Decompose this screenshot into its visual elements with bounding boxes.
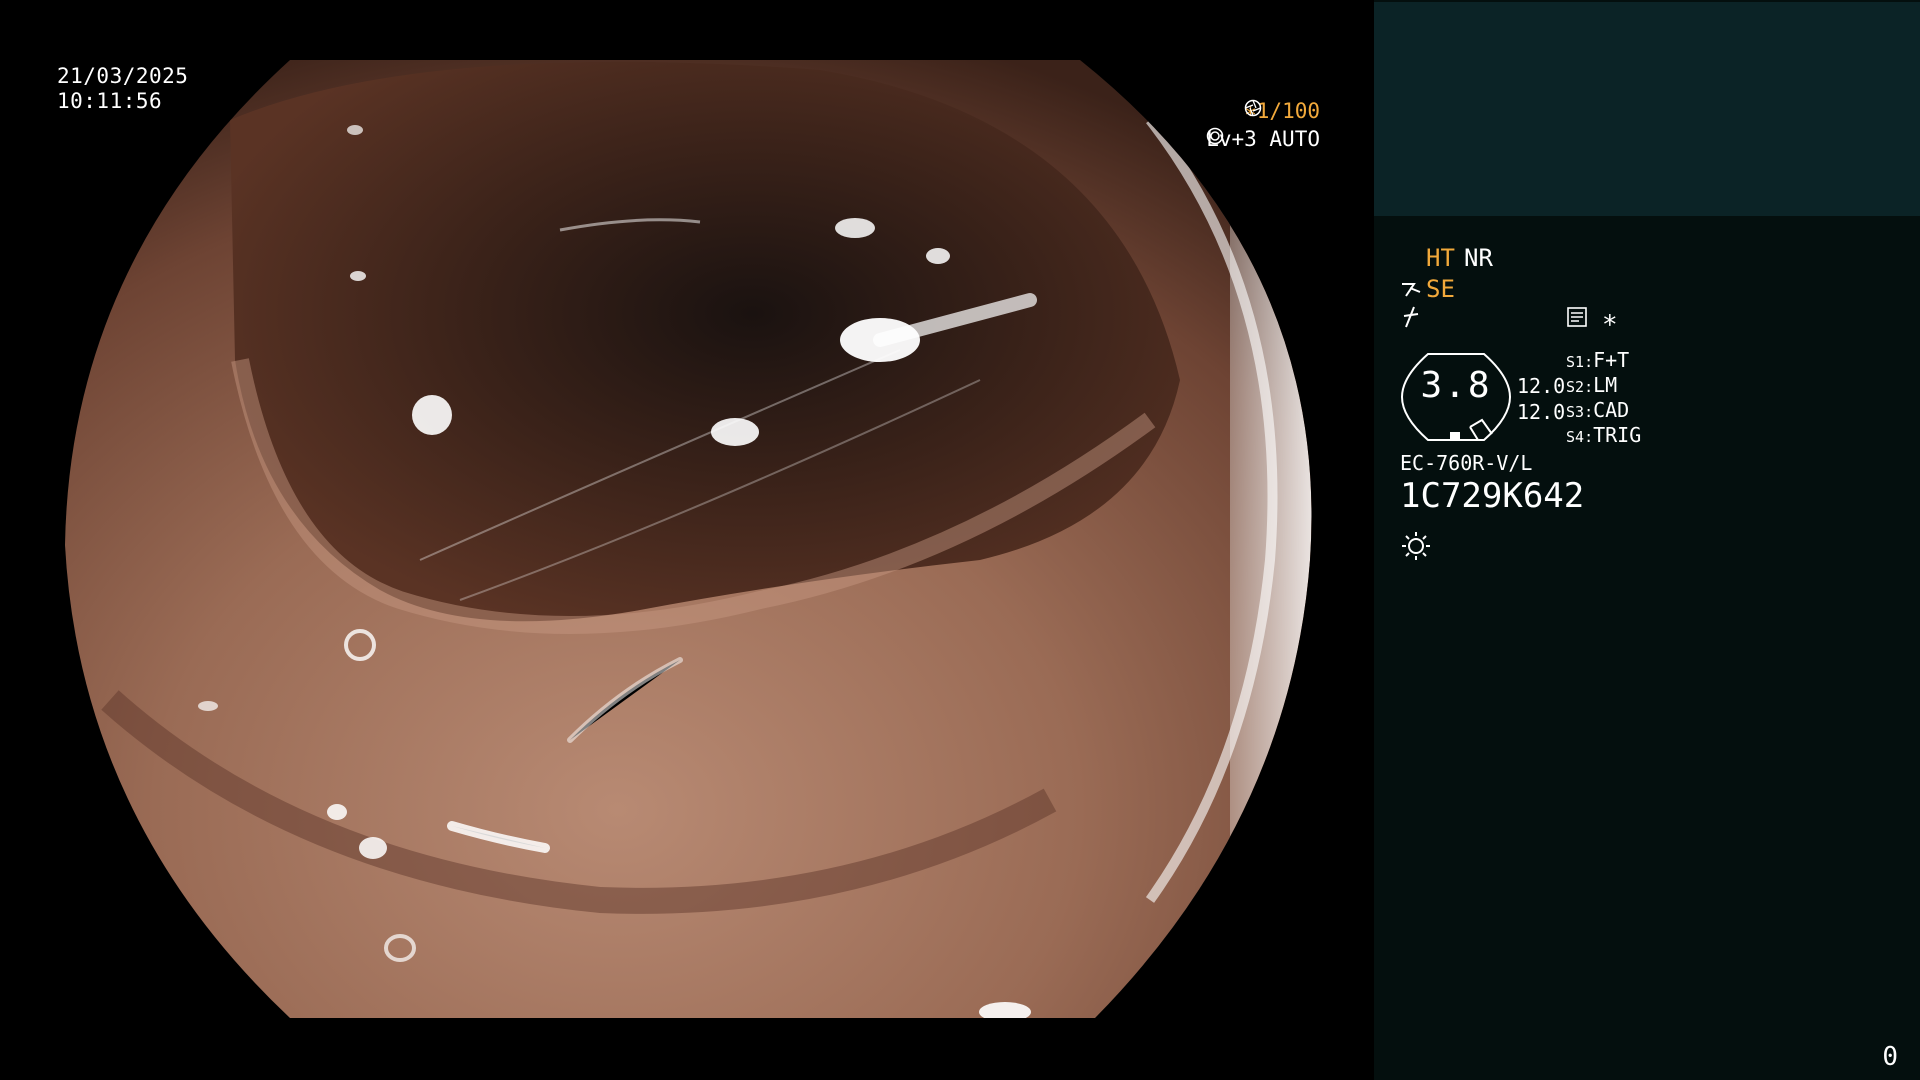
switch-value: LM (1593, 373, 1618, 397)
se-text: SE (1426, 275, 1455, 303)
shutter-readout: ∗1/100 (1244, 99, 1320, 123)
switch-3-assignment: S3:CAD (1566, 398, 1630, 422)
nr-indicator: NR (1464, 244, 1493, 272)
memo-icon (1567, 307, 1587, 327)
switch-value: F+T (1593, 348, 1630, 372)
date-text: 21/03/2025 (57, 64, 189, 88)
asterisk-marker: ∗ (1602, 305, 1618, 335)
switch-value: TRIG (1593, 423, 1642, 447)
switch-key: S4 (1566, 428, 1585, 446)
switch-1-assignment: S1:F+T (1566, 348, 1630, 372)
zoom-value: 3.8 (1420, 365, 1492, 406)
endoscope-image (65, 60, 1312, 1018)
patient-info-box (1374, 2, 1920, 216)
time-text: 10:11:56 (57, 89, 163, 113)
light-source-icon (1402, 532, 1430, 560)
date-time-readout: 21/03/2025 10:11:56 (57, 64, 188, 114)
endoscopy-monitor: 21/03/2025 10:11:56 ∗1/100 Lv+3 AUTO HT … (0, 0, 1920, 1080)
switch-value: CAD (1593, 398, 1630, 422)
ht-indicator: HT (1426, 244, 1455, 272)
scope-serial-number: 1C729K642 (1400, 476, 1585, 516)
image-counter: 0 (1882, 1042, 1898, 1072)
switch-4-assignment: S4:TRIG (1566, 423, 1642, 447)
switch-2-assignment: S2:LM (1566, 373, 1618, 397)
iris-icon (1206, 127, 1224, 145)
switch-key: S3 (1566, 403, 1585, 421)
value-1: 12.0 (1517, 374, 1566, 398)
info-panel: HT NR SE ∗ 3.8 12.0 12.0 S1:F+T S2:LM S3… (1374, 0, 1920, 1080)
value-2: 12.0 (1517, 400, 1566, 424)
scope-model: EC-760R-V/L (1400, 451, 1533, 475)
switch-key: S1 (1566, 353, 1585, 371)
edge-enhance-icon (1403, 306, 1419, 328)
endoscope-image-view: 21/03/2025 10:11:56 ∗1/100 Lv+3 AUTO (0, 0, 1372, 1080)
structure-enhance-icon (1402, 283, 1421, 297)
se-indicator: SE (1400, 275, 1455, 303)
switch-key: S2 (1566, 378, 1585, 396)
aperture-icon (1244, 99, 1262, 117)
exposure-readout: Lv+3 AUTO (1206, 127, 1320, 151)
